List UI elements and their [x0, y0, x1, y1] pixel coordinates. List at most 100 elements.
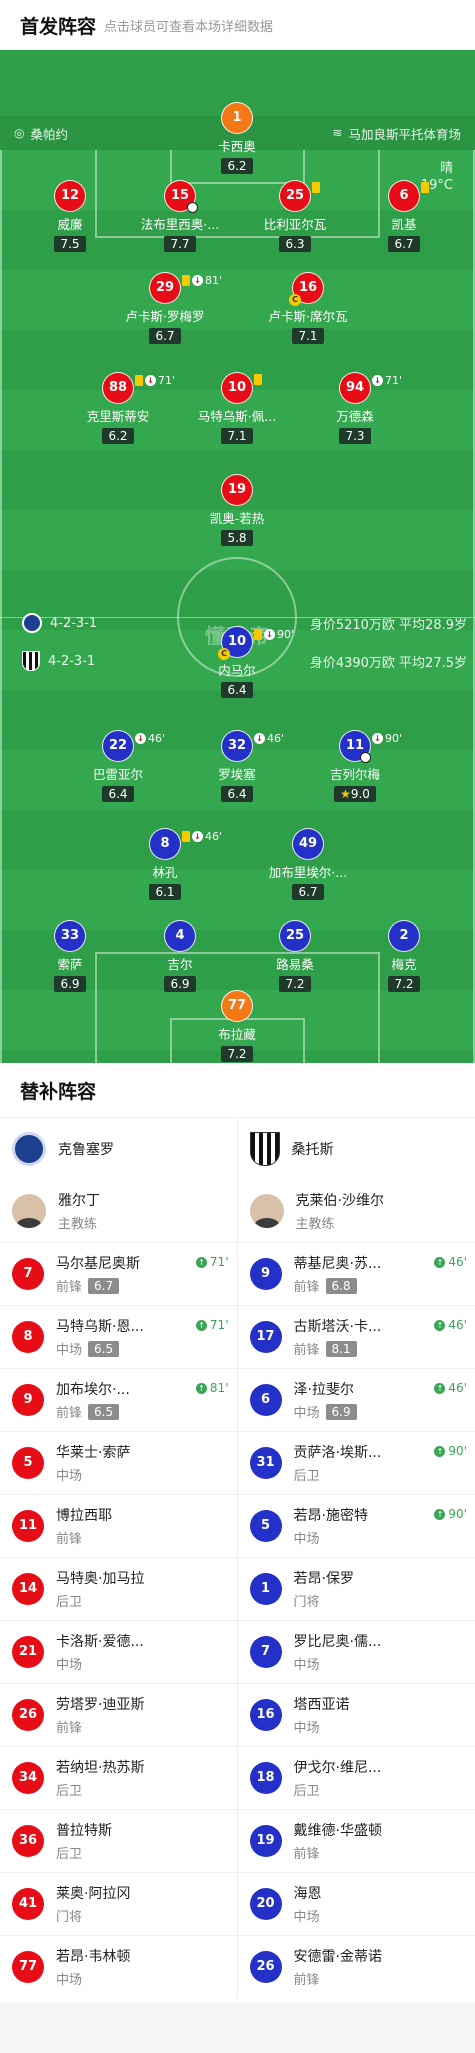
player-number: 18: [249, 1762, 282, 1794]
player-number: 9: [12, 1384, 44, 1416]
bench-player-row[interactable]: 8 马特乌斯·恩... 中场 6.5 ↑ 71': [0, 1305, 237, 1368]
bench-player-row[interactable]: 6 泽·拉斐尔 中场 6.9 ↑ 46': [237, 1368, 475, 1431]
bench-player-row[interactable]: 5 华莱士·索萨 中场: [0, 1431, 237, 1494]
sub-time: 90': [277, 628, 295, 641]
player-pitch[interactable]: 11 ↓ 90' 吉列尔梅 ★9.0: [300, 730, 410, 802]
away-value: 身价4390万欧 平均27.5岁: [309, 655, 467, 671]
player-pitch[interactable]: 1 卡西奥 6.2: [182, 102, 292, 174]
coach-row[interactable]: 雅尔丁 主教练: [0, 1180, 237, 1242]
sub-time: 46': [448, 1381, 467, 1395]
sub-time: 81': [209, 1381, 229, 1395]
player-pitch[interactable]: 10 马特乌斯·佩... 7.1: [182, 372, 292, 444]
bench-player-row[interactable]: 1 若昂·保罗 门将: [237, 1557, 475, 1620]
bench-player-row[interactable]: 19 戴维德·华盛顿 前锋: [237, 1809, 475, 1872]
pitch: ◎ 桑帕约 ≋ 马加良斯平托体育场 晴 19°C 4-2-3-1 身价5210万欧 …: [0, 50, 475, 1063]
player-position: 后卫: [293, 1469, 320, 1484]
lineup-title: 首发阵容: [20, 15, 97, 38]
bench-player-row[interactable]: 17 古斯塔沃·卡... 前锋 8.1 ↑ 46': [237, 1305, 475, 1368]
bench-player-row[interactable]: 16 塔西亚诺 中场: [237, 1683, 475, 1746]
player-pitch[interactable]: 12 威廉 7.5: [15, 180, 125, 252]
bench-player-row[interactable]: 18 伊戈尔·维尼... 后卫: [237, 1746, 475, 1809]
player-name: 比利亚尔瓦: [263, 217, 327, 232]
player-pitch[interactable]: 94 ↓ 71' 万德森 7.3: [300, 372, 410, 444]
bench-player-row[interactable]: 21 卡洛斯·爱德... 中场: [0, 1620, 237, 1683]
player-rating: 7.7: [164, 236, 196, 252]
bench-player-row[interactable]: 41 莱奥·阿拉冈 门将: [0, 1872, 237, 1935]
stadium-name: 马加良斯平托体育场: [348, 126, 461, 142]
player-number: 5: [12, 1447, 44, 1479]
bench-team-name: 克鲁塞罗: [58, 1142, 114, 1158]
bench-player-row[interactable]: 31 贡萨洛·埃斯... 后卫 ↑ 90': [237, 1431, 475, 1494]
player-number: 19: [249, 1825, 282, 1857]
bench-player-row[interactable]: 77 若昂·韦林顿 中场: [0, 1935, 237, 1998]
player-rating: 6.3: [279, 236, 311, 252]
player-position: 中场: [293, 1406, 320, 1421]
player-number: 26: [249, 1951, 282, 1983]
player-rating: 6.8: [325, 1277, 357, 1294]
bench-player-row[interactable]: 34 若纳坦·热苏斯 后卫: [0, 1746, 237, 1809]
bench-player-row[interactable]: 11 博拉西耶 前锋: [0, 1494, 237, 1557]
player-name: 泽·拉斐尔: [293, 1382, 354, 1398]
player-position: 后卫: [293, 1784, 320, 1799]
sub-in-time: ↑ 71': [195, 1255, 229, 1269]
player-name: 巴雷亚尔: [92, 767, 143, 782]
player-number: 4: [164, 920, 196, 952]
bench-player-row[interactable]: 9 蒂基尼奥·苏... 前锋 6.8 ↑ 46': [237, 1242, 475, 1305]
player-pitch[interactable]: 29 ↓ 81' 卢卡斯·罗梅罗 6.7: [110, 272, 223, 344]
player-pitch[interactable]: 25 比利亚尔瓦 6.3: [240, 180, 350, 252]
bench-player-row[interactable]: 9 加布埃尔·... 前锋 6.5 ↑ 81': [0, 1368, 237, 1431]
player-pitch[interactable]: 88 ↓ 71' 克里斯蒂安 6.2: [63, 372, 175, 444]
captain-icon: C: [218, 648, 230, 660]
player-name: 法布里西奥·...: [140, 217, 220, 232]
player-number: 5: [249, 1510, 282, 1542]
player-number: 7: [249, 1636, 282, 1668]
player-pitch[interactable]: 15 法布里西奥·... 7.7: [125, 180, 235, 252]
player-pitch[interactable]: 49 加布里埃尔·... 6.7: [253, 828, 363, 900]
player-pitch[interactable]: 6 凯基 6.7: [349, 180, 459, 252]
bench-player-row[interactable]: 14 马特奥·加马拉 后卫: [0, 1557, 237, 1620]
bench-team-header: 克鲁塞罗: [0, 1118, 237, 1180]
bench-player-row[interactable]: 20 海恩 中场: [237, 1872, 475, 1935]
player-pitch[interactable]: 4 吉尔 6.9: [125, 920, 235, 992]
bench-section: 克鲁塞罗 雅尔丁 主教练 7 马尔基尼奥斯 前锋 6.7 ↑ 71' 8 马特乌斯·恩... 中场…: [0, 1117, 475, 1998]
player-name: 安德雷·金蒂诺: [293, 1949, 382, 1965]
player-pitch[interactable]: 33 索萨 6.9: [15, 920, 125, 992]
yellow-card-icon: [182, 275, 190, 286]
player-pitch[interactable]: 8 ↓ 46' 林孔 6.1: [110, 828, 223, 900]
player-name: 若昂·韦林顿: [56, 1949, 131, 1965]
coach-name: 雅尔丁: [58, 1193, 100, 1209]
coach-row[interactable]: 克莱伯·沙维尔 主教练: [238, 1180, 475, 1242]
player-number: 16: [249, 1699, 282, 1731]
player-rating: 6.9: [325, 1403, 357, 1420]
santos-logo-icon: [22, 651, 40, 671]
player-name: 莱奥·阿拉冈: [56, 1886, 131, 1902]
player-pitch[interactable]: 16 C 卢卡斯·席尔瓦 7.1: [253, 272, 363, 344]
player-number: 2: [388, 920, 420, 952]
player-number: 17: [249, 1321, 282, 1353]
player-number: 77: [12, 1951, 44, 1983]
player-pitch[interactable]: 77 布拉藏 7.2: [182, 990, 292, 1062]
bench-player-row[interactable]: 7 马尔基尼奥斯 前锋 6.7 ↑ 71': [0, 1242, 237, 1305]
player-pitch[interactable]: 2 梅克 7.2: [349, 920, 459, 992]
bench-player-row[interactable]: 7 罗比尼奥·儒... 中场: [237, 1620, 475, 1683]
player-pitch[interactable]: 19 凯奥-若热 5.8: [182, 474, 292, 546]
sub-time: 46': [205, 830, 223, 843]
player-name: 吉尔: [167, 957, 193, 972]
yellow-card-icon: [254, 629, 262, 640]
bench-player-row[interactable]: 26 安德雷·金蒂诺 前锋: [237, 1935, 475, 1998]
weather-condition: 晴: [439, 161, 453, 176]
player-name: 凯基: [391, 217, 417, 232]
bench-player-row[interactable]: 26 劳塔罗·迪亚斯 前锋: [0, 1683, 237, 1746]
player-pitch[interactable]: 32 ↓ 46' 罗埃塞 6.4: [182, 730, 292, 802]
player-name: 梅克: [391, 957, 417, 972]
player-pitch[interactable]: 22 ↓ 46' 巴雷亚尔 6.4: [63, 730, 173, 802]
player-name: 布拉藏: [218, 1027, 256, 1042]
player-name: 吉列尔梅: [329, 767, 380, 782]
sub-in-time: ↑ 90': [434, 1507, 467, 1521]
sub-time: 81': [205, 274, 223, 287]
player-pitch[interactable]: 25 路易桑 7.2: [240, 920, 350, 992]
bench-player-row[interactable]: 36 普拉特斯 后卫: [0, 1809, 237, 1872]
sub-in-icon: ↑: [434, 1256, 446, 1268]
player-pitch[interactable]: 10 C ↓ 90' 内马尔 6.4: [182, 626, 295, 698]
bench-player-row[interactable]: 5 若昂·施密特 中场 ↑ 90': [237, 1494, 475, 1557]
